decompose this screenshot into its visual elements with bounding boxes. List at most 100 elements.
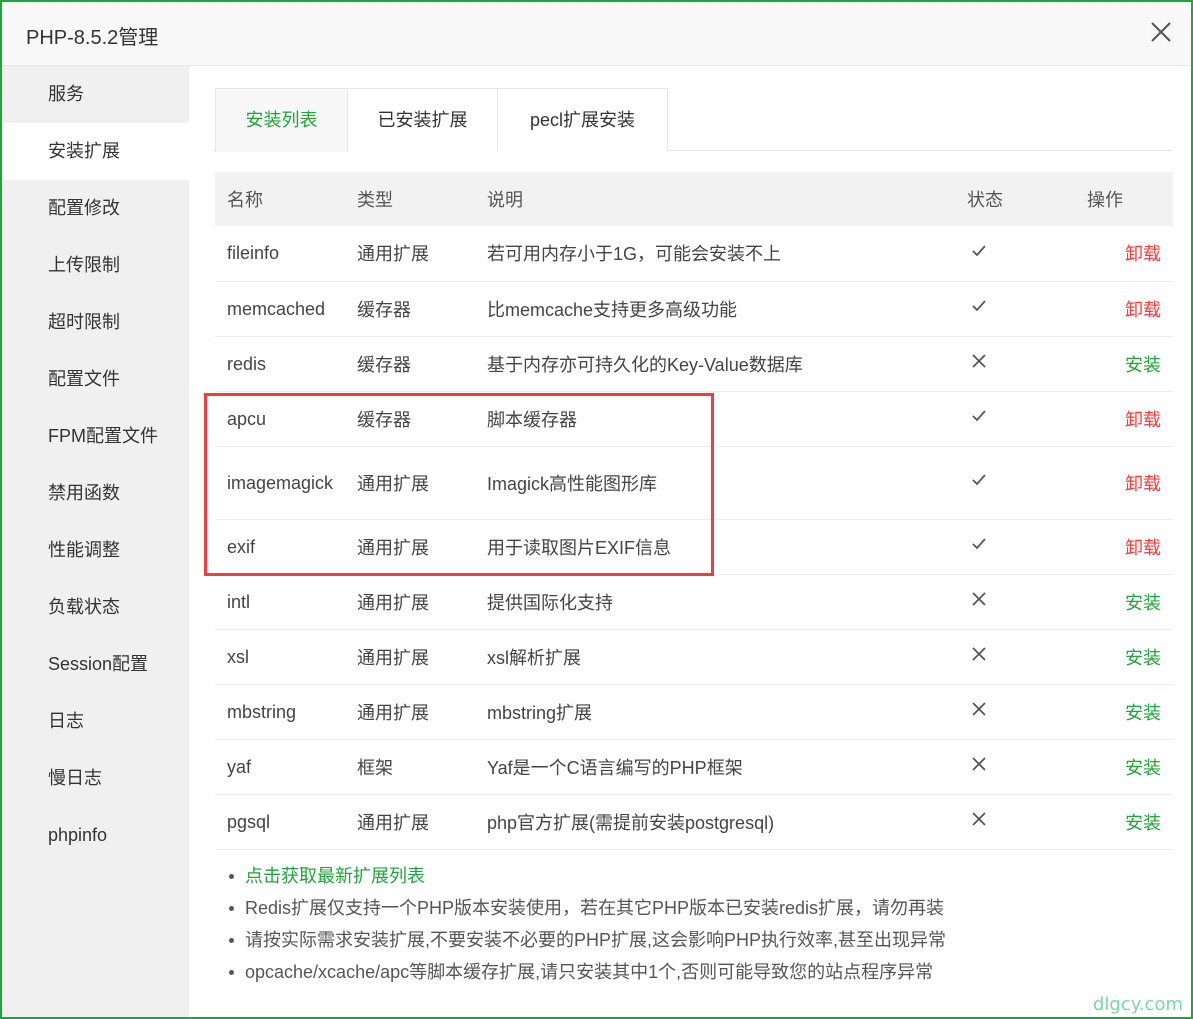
check-icon: [967, 410, 989, 430]
uninstall-button[interactable]: 卸载: [1125, 474, 1161, 494]
ext-type: 通用扩展: [345, 446, 475, 520]
ext-type: 通用扩展: [345, 226, 475, 282]
ext-operation-cell: 安装: [1075, 336, 1173, 392]
table-row: yaf 框架 Yaf是一个C语言编写的PHP框架 安装: [215, 739, 1173, 795]
install-button[interactable]: 安装: [1125, 703, 1161, 723]
table-row: redis 缓存器 基于内存亦可持久化的Key-Value数据库 安装: [215, 336, 1173, 392]
sidebar-item-fpm-config[interactable]: FPM配置文件: [2, 408, 189, 465]
ext-status: [955, 446, 1075, 520]
note-item: 请按实际需求安装扩展,不要安装不必要的PHP扩展,这会影响PHP执行效率,甚至出…: [229, 924, 946, 956]
note-item: Redis扩展仅支持一个PHP版本安装使用，若在其它PHP版本已安装redis扩…: [229, 892, 946, 924]
extension-table: 名称 类型 说明 状态 操作 fileinfo 通用扩展 若可用内存小于1G，可能会…: [215, 172, 1173, 850]
header-operation: 操作: [1075, 172, 1173, 226]
ext-desc: 用于读取图片EXIF信息: [475, 519, 955, 575]
ext-name: intl: [215, 574, 345, 630]
ext-desc: 基于内存亦可持久化的Key-Value数据库: [475, 336, 955, 392]
ext-name: apcu: [215, 391, 345, 447]
ext-desc: Imagick高性能图形库: [475, 446, 955, 520]
ext-desc: mbstring扩展: [475, 684, 955, 740]
ext-name: fileinfo: [215, 226, 345, 282]
title-bar: PHP-8.5.2管理: [2, 2, 1191, 66]
ext-name: mbstring: [215, 684, 345, 740]
sidebar-item-log[interactable]: 日志: [2, 693, 189, 750]
tab-install-list[interactable]: 安装列表: [215, 88, 348, 152]
ext-operation-cell: 安装: [1075, 794, 1173, 850]
ext-desc: php官方扩展(需提前安装postgresql): [475, 794, 955, 850]
check-icon: [967, 474, 989, 494]
sidebar-item-performance[interactable]: 性能调整: [2, 522, 189, 579]
sidebar-item-config-file[interactable]: 配置文件: [2, 351, 189, 408]
ext-type: 缓存器: [345, 391, 475, 447]
table-row: exif 通用扩展 用于读取图片EXIF信息 卸载: [215, 519, 1173, 575]
dialog-title: PHP-8.5.2管理: [26, 27, 159, 49]
ext-status: [955, 739, 1075, 795]
ext-status: [955, 226, 1075, 282]
ext-operation-cell: 安装: [1075, 739, 1173, 795]
sidebar-item-config-edit[interactable]: 配置修改: [2, 180, 189, 237]
ext-operation-cell: 卸载: [1075, 519, 1173, 575]
install-button[interactable]: 安装: [1125, 593, 1161, 613]
table-row: xsl 通用扩展 xsl解析扩展 安装: [215, 629, 1173, 685]
install-button[interactable]: 安装: [1125, 813, 1161, 833]
ext-type: 缓存器: [345, 281, 475, 337]
ext-status: [955, 391, 1075, 447]
ext-name: memcached: [215, 281, 345, 337]
close-icon[interactable]: [1145, 16, 1177, 48]
sidebar-item-load-status[interactable]: 负载状态: [2, 579, 189, 636]
ext-status: [955, 684, 1075, 740]
install-button[interactable]: 安装: [1125, 758, 1161, 778]
ext-type: 缓存器: [345, 336, 475, 392]
sidebar-item-timeout-limit[interactable]: 超时限制: [2, 294, 189, 351]
cross-icon: [967, 647, 989, 668]
uninstall-button[interactable]: 卸载: [1125, 538, 1161, 558]
ext-type: 通用扩展: [345, 629, 475, 685]
ext-operation-cell: 安装: [1075, 629, 1173, 685]
ext-status: [955, 794, 1075, 850]
uninstall-button[interactable]: 卸载: [1125, 410, 1161, 430]
ext-status: [955, 519, 1075, 575]
ext-name: imagemagick: [215, 446, 345, 520]
ext-operation-cell: 安装: [1075, 574, 1173, 630]
header-desc: 说明: [475, 172, 955, 226]
sidebar-item-upload-limit[interactable]: 上传限制: [2, 237, 189, 294]
table-row: apcu 缓存器 脚本缓存器 卸载: [215, 391, 1173, 447]
table-row: pgsql 通用扩展 php官方扩展(需提前安装postgresql) 安装: [215, 794, 1173, 850]
check-icon: [967, 300, 989, 320]
install-button[interactable]: 安装: [1125, 648, 1161, 668]
table-row: fileinfo 通用扩展 若可用内存小于1G，可能会安装不上 卸载: [215, 226, 1173, 282]
sidebar-item-slow-log[interactable]: 慢日志: [2, 750, 189, 807]
refresh-extension-list-link[interactable]: 点击获取最新扩展列表: [229, 860, 946, 892]
install-button[interactable]: 安装: [1125, 355, 1161, 375]
sidebar-item-disabled-functions[interactable]: 禁用函数: [2, 465, 189, 522]
sidebar-item-session-config[interactable]: Session配置: [2, 636, 189, 693]
sidebar-menu: 服务 安装扩展 配置修改 上传限制 超时限制 配置文件 FPM配置文件 禁用函数…: [2, 66, 189, 1017]
ext-operation-cell: 卸载: [1075, 226, 1173, 282]
ext-desc: Yaf是一个C语言编写的PHP框架: [475, 739, 955, 795]
check-icon: [967, 538, 989, 558]
ext-status: [955, 574, 1075, 630]
sidebar-item-phpinfo[interactable]: phpinfo: [2, 807, 189, 864]
ext-operation-cell: 安装: [1075, 684, 1173, 740]
uninstall-button[interactable]: 卸载: [1125, 300, 1161, 320]
notes-list: 点击获取最新扩展列表 Redis扩展仅支持一个PHP版本安装使用，若在其它PHP…: [229, 860, 946, 988]
tab-installed-extensions[interactable]: 已安装扩展: [347, 88, 498, 151]
ext-status: [955, 629, 1075, 685]
sidebar-item-install-extensions[interactable]: 安装扩展: [2, 123, 189, 180]
uninstall-button[interactable]: 卸载: [1125, 244, 1161, 264]
ext-name: pgsql: [215, 794, 345, 850]
ext-operation-cell: 卸载: [1075, 391, 1173, 447]
tab-pecl-install[interactable]: pecl扩展安装: [497, 88, 668, 151]
ext-name: xsl: [215, 629, 345, 685]
ext-operation-cell: 卸载: [1075, 281, 1173, 337]
check-icon: [967, 245, 989, 265]
ext-type: 通用扩展: [345, 794, 475, 850]
table-row: mbstring 通用扩展 mbstring扩展 安装: [215, 684, 1173, 740]
watermark: dlgcy.com: [1093, 994, 1183, 1015]
ext-name: redis: [215, 336, 345, 392]
header-status: 状态: [955, 172, 1075, 226]
cross-icon: [967, 812, 989, 833]
ext-type: 框架: [345, 739, 475, 795]
sidebar-item-service[interactable]: 服务: [2, 66, 189, 123]
cross-icon: [967, 592, 989, 613]
header-type: 类型: [345, 172, 475, 226]
